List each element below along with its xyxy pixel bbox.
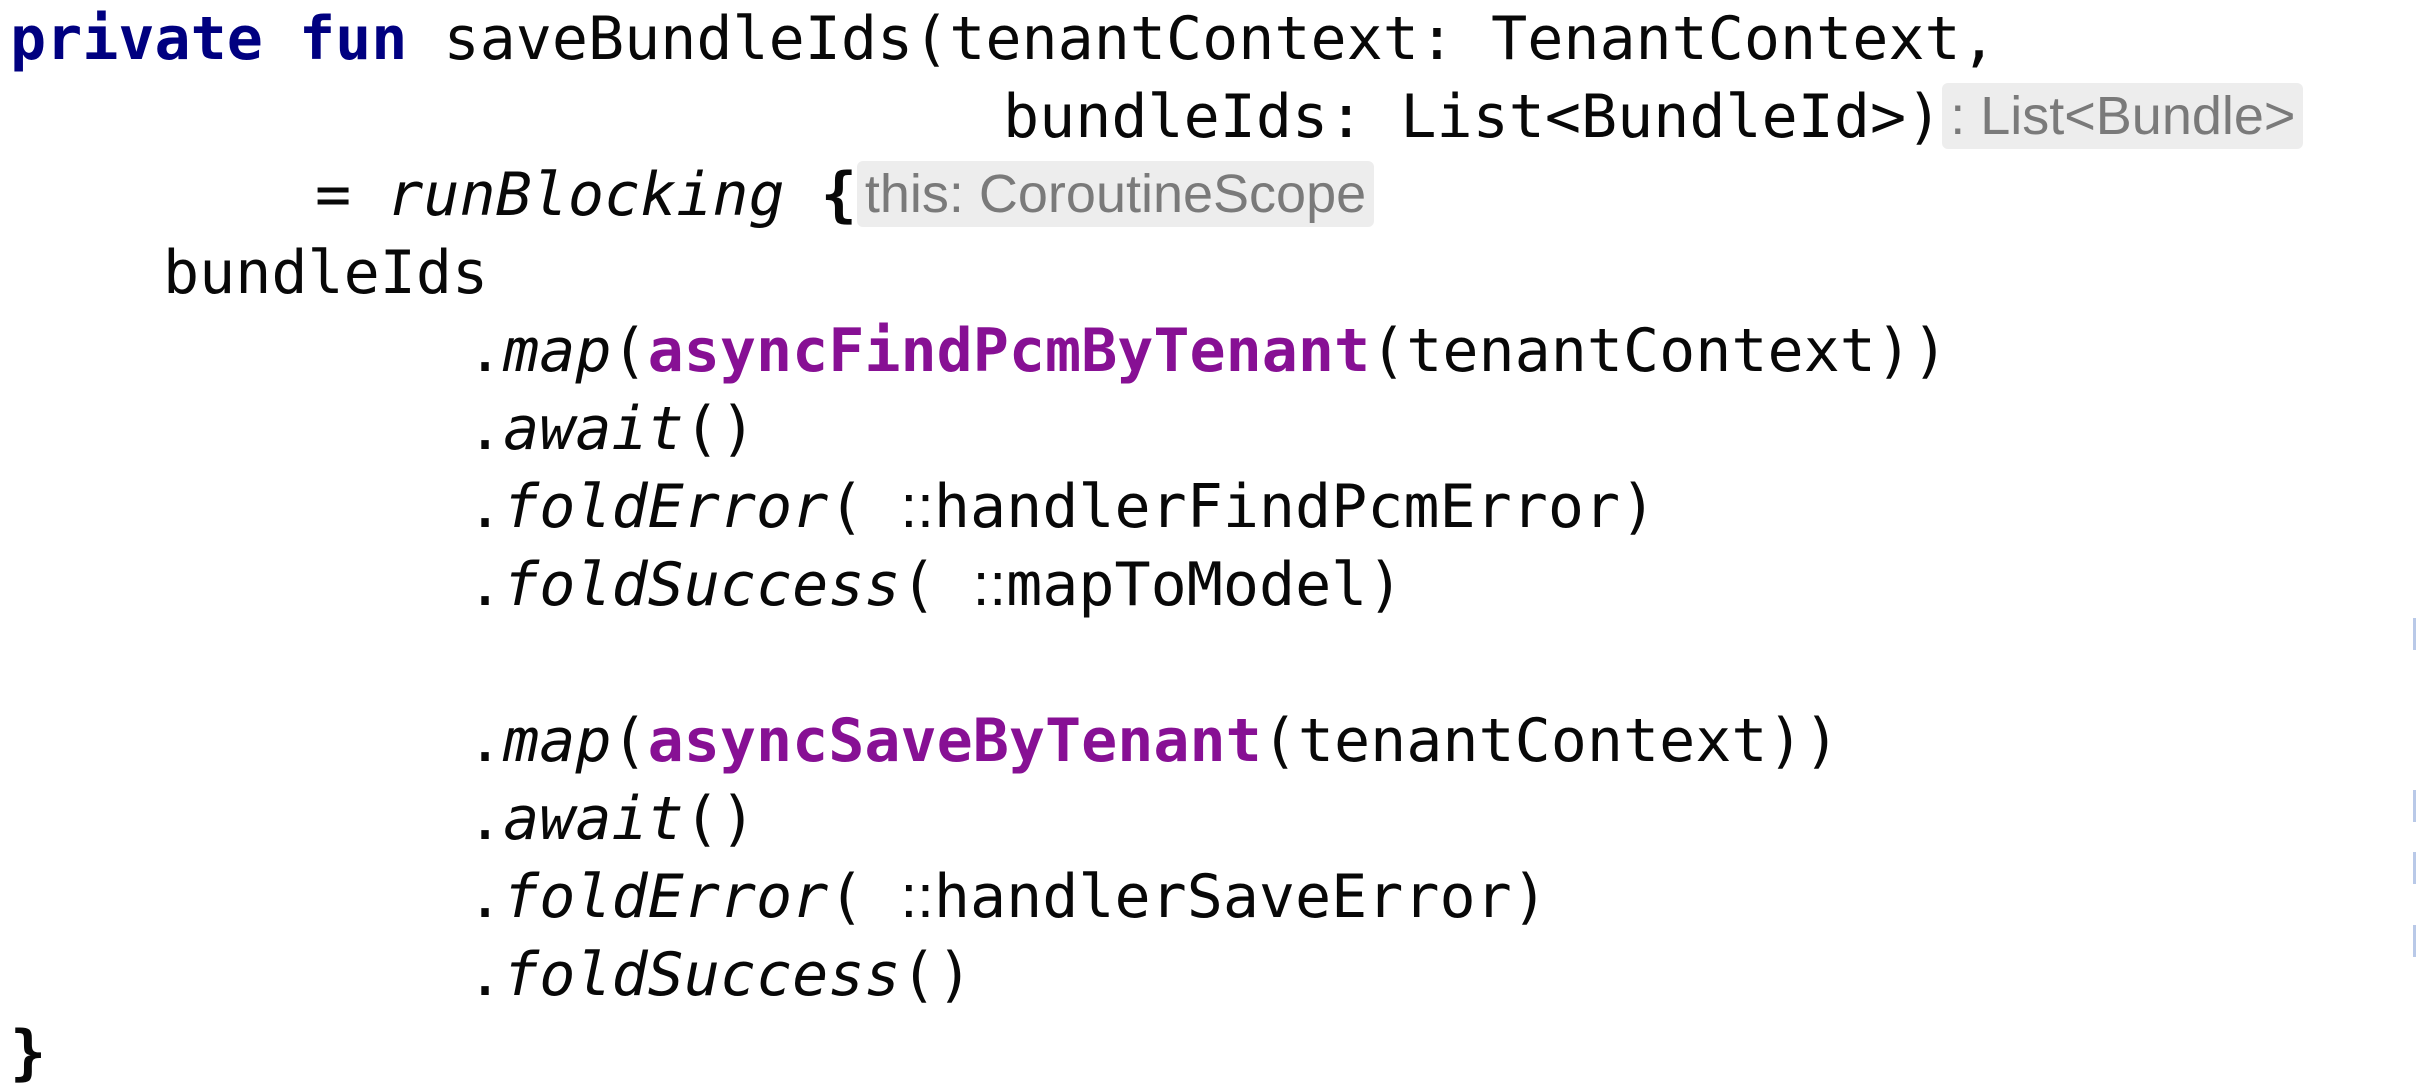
gutter-change-marker[interactable] [2413,852,2416,884]
keyword-fun: fun [299,4,408,74]
receiver-inlay-hint: this: CoroutineScope [856,161,1375,228]
arguments: () [683,784,756,854]
method-map: map [503,316,612,386]
run-blocking-call: runBlocking [387,160,785,230]
keyword-private: private [10,4,263,74]
method-fold-error: foldError [503,472,829,542]
paren: ( [900,550,973,620]
arguments: () [683,394,756,464]
method-map: map [503,706,612,776]
code-line-1[interactable]: private fun saveBundleIds(tenantContext:… [10,0,1997,78]
bundleids-identifier: bundleIds [163,238,489,308]
gutter-change-marker[interactable] [2413,790,2416,822]
handler-reference: handlerSaveError) [933,862,1548,932]
return-type-inlay-hint: : List<Bundle> [1942,83,2304,150]
arguments: (tenantContext)) [1261,706,1840,776]
dot: . [467,316,504,386]
function-signature: saveBundleIds(tenantContext: TenantConte… [443,4,1997,74]
dot: . [467,472,504,542]
function-reference-operator: :: [900,863,934,930]
dot: . [467,706,504,776]
code-line-4[interactable]: bundleIds [163,234,488,312]
paren: ( [828,472,901,542]
dot: . [467,394,504,464]
method-await: await [503,394,684,464]
paren: ( [828,862,901,932]
arguments: () [900,940,973,1010]
code-line-7[interactable]: .foldError( ::handlerFindPcmError) [467,468,1656,546]
assignment-operator: = [315,160,388,230]
code-line-13[interactable]: .foldSuccess() [467,936,973,1014]
code-line-14[interactable]: } [10,1014,46,1092]
method-fold-success: foldSuccess [503,550,901,620]
handler-reference: mapToModel) [1006,550,1404,620]
code-line-5[interactable]: .map(asyncFindPcmByTenant(tenantContext)… [467,312,1948,390]
dot: . [467,550,504,620]
code-line-8[interactable]: .foldSuccess( ::mapToModel) [467,546,1403,624]
code-line-2[interactable]: bundleIds: List<BundleId>): List<Bundle> [1003,78,2304,156]
method-fold-success: foldSuccess [503,940,901,1010]
code-line-6[interactable]: .await() [467,390,756,468]
code-line-11[interactable]: .await() [467,780,756,858]
paren: ( [611,706,648,776]
close-brace: } [10,1018,47,1088]
function-reference-operator: :: [972,551,1007,618]
dot: . [467,940,504,1010]
async-save-by-tenant-call: asyncSaveByTenant [647,706,1262,776]
code-line-12[interactable]: .foldError( ::handlerSaveError) [467,858,1548,936]
code-line-10[interactable]: .map(asyncSaveByTenant(tenantContext)) [467,702,1840,780]
handler-reference: handlerFindPcmError) [933,472,1657,542]
code-line-3[interactable]: = runBlocking {this: CoroutineScope [315,156,1375,234]
arguments: (tenantContext)) [1370,316,1949,386]
async-find-pcm-by-tenant-call: asyncFindPcmByTenant [647,316,1371,386]
method-fold-error: foldError [503,862,829,932]
gutter-change-marker[interactable] [2413,925,2416,957]
function-reference-operator: :: [900,473,934,540]
paren: ( [611,316,648,386]
gutter-change-marker[interactable] [2413,618,2416,650]
dot: . [467,862,504,932]
code-editor[interactable]: private fun saveBundleIds(tenantContext:… [0,0,2426,1092]
method-await: await [503,784,684,854]
parameter-bundleids: bundleIds: List<BundleId>) [1003,82,1943,152]
open-brace: { [784,160,857,230]
dot: . [467,784,504,854]
